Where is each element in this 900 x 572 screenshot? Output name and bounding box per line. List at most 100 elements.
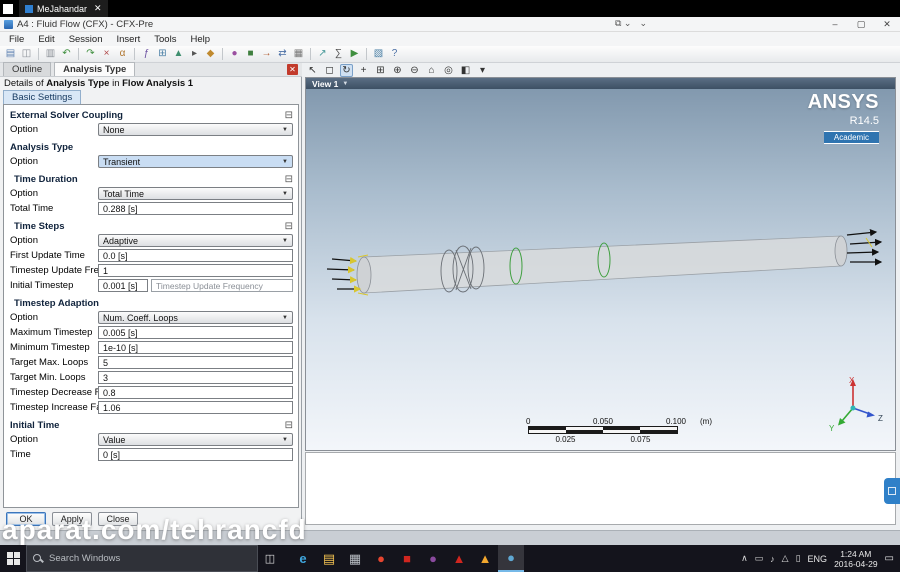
- menu-tools[interactable]: Tools: [147, 34, 183, 45]
- monitor-icon[interactable]: ▧: [372, 48, 385, 61]
- collapse-toggle-icon[interactable]: ⊟: [285, 221, 293, 232]
- language-indicator[interactable]: ENG: [808, 554, 828, 564]
- maximize-button[interactable]: ▢: [848, 19, 874, 30]
- solver-control-icon[interactable]: ∑: [332, 48, 345, 61]
- zoom-in-icon[interactable]: ⊕: [391, 64, 404, 77]
- browser-red-icon[interactable]: ●: [368, 545, 394, 572]
- workspace-toggle-icon[interactable]: ⧉ ⌄: [615, 18, 631, 29]
- menu-edit[interactable]: Edit: [31, 34, 61, 45]
- view-tab-caret-icon[interactable]: ▼: [342, 81, 348, 87]
- pan-icon[interactable]: +: [357, 64, 370, 77]
- task-view-button[interactable]: ◫: [258, 552, 282, 565]
- box-select-icon[interactable]: ◻: [323, 64, 336, 77]
- target-max-loops-input[interactable]: 5: [98, 356, 293, 369]
- chart-icon[interactable]: ▲: [172, 48, 185, 61]
- option-select[interactable]: Adaptive ▼: [98, 234, 293, 247]
- chevron-up-icon[interactable]: ∧: [741, 553, 748, 564]
- volume-icon[interactable]: ♪: [770, 554, 775, 564]
- view-menu-icon[interactable]: ▾: [476, 64, 489, 77]
- total-time-input[interactable]: 0.288 [s]: [98, 202, 293, 215]
- zoom-box-icon[interactable]: ⊞: [374, 64, 387, 77]
- browser-tab-title: MeJahandar: [37, 3, 88, 14]
- domain-icon[interactable]: ■: [244, 48, 257, 61]
- tab-basic-settings[interactable]: Basic Settings: [3, 90, 82, 104]
- start-button[interactable]: [0, 545, 26, 572]
- option-select[interactable]: Num. Coeff. Loops ▼: [98, 311, 293, 324]
- floating-widget[interactable]: [884, 478, 900, 504]
- save-icon[interactable]: ▤: [4, 48, 17, 61]
- display-icon[interactable]: ▭: [755, 553, 764, 564]
- cfx-app-icon[interactable]: ●: [498, 545, 524, 572]
- boundary-icon[interactable]: →: [260, 48, 273, 61]
- time-input[interactable]: 0 [s]: [98, 448, 293, 461]
- browser-tab[interactable]: MeJahandar ✕: [19, 0, 108, 17]
- field-label-target-min-loops: Target Min. Loops: [10, 372, 86, 383]
- media-app-icon[interactable]: ●: [420, 545, 446, 572]
- zoom-out-icon[interactable]: ⊖: [408, 64, 421, 77]
- taskbar-search[interactable]: Search Windows: [26, 545, 258, 572]
- variable-icon[interactable]: ƒ: [140, 48, 153, 61]
- menu-insert[interactable]: Insert: [110, 34, 148, 45]
- initialisation-icon[interactable]: ↗: [316, 48, 329, 61]
- pdf-icon[interactable]: ■: [394, 545, 420, 572]
- menu-session[interactable]: Session: [62, 34, 110, 45]
- edge-icon[interactable]: e: [290, 545, 316, 572]
- option-select[interactable]: None ▼: [98, 123, 293, 136]
- expression-icon[interactable]: α: [116, 48, 129, 61]
- option-select[interactable]: Transient ▼: [98, 155, 293, 168]
- timestep-decrease-fac-input[interactable]: 0.8: [98, 386, 293, 399]
- select-icon[interactable]: ↖: [306, 64, 319, 77]
- viewport-3d[interactable]: View 1 ▼ ANSYS R14.5 Academic 0 0.050 0.…: [305, 77, 896, 451]
- center-view-icon[interactable]: ◎: [442, 64, 455, 77]
- minimum-timestep-input[interactable]: 1e-10 [s]: [98, 341, 293, 354]
- maximum-timestep-input[interactable]: 0.005 [s]: [98, 326, 293, 339]
- acrobat-icon[interactable]: ▲: [446, 545, 472, 572]
- tab-analysis-type[interactable]: Analysis Type: [54, 62, 136, 76]
- render-options-icon[interactable]: ◧: [459, 64, 472, 77]
- option-select[interactable]: Value ▼: [98, 433, 293, 446]
- collapse-toggle-icon[interactable]: ⊟: [285, 420, 293, 431]
- redo-icon[interactable]: ↷: [84, 48, 97, 61]
- close-panel-icon[interactable]: ✕: [287, 64, 298, 75]
- tab-outline[interactable]: Outline: [3, 62, 52, 76]
- first-update-time-input[interactable]: 0.0 [s]: [98, 249, 293, 262]
- fit-view-icon[interactable]: ⌂: [425, 64, 438, 77]
- menu-help[interactable]: Help: [183, 34, 217, 45]
- material-icon[interactable]: ◆: [204, 48, 217, 61]
- paste-icon[interactable]: ▥: [44, 48, 57, 61]
- reaction-icon[interactable]: ●: [228, 48, 241, 61]
- table-icon[interactable]: ⊞: [156, 48, 169, 61]
- command-editor-icon[interactable]: ▸: [188, 48, 201, 61]
- workspace-dropdown-icon[interactable]: ⌄: [639, 18, 647, 29]
- field-row-option-8: Option Adaptive ▼: [4, 233, 298, 248]
- time-text: 1:24 AM: [840, 548, 872, 559]
- undo-icon[interactable]: ↶: [60, 48, 73, 61]
- menu-file[interactable]: File: [2, 34, 31, 45]
- close-button[interactable]: ✕: [874, 19, 900, 30]
- minimize-button[interactable]: –: [822, 19, 848, 30]
- clock[interactable]: 1:24 AM 2016-04-29: [834, 549, 877, 569]
- flame-app-icon[interactable]: ▲: [472, 545, 498, 572]
- target-min-loops-input[interactable]: 3: [98, 371, 293, 384]
- rotate-icon[interactable]: ↻: [340, 63, 353, 77]
- collapse-toggle-icon[interactable]: ⊟: [285, 174, 293, 185]
- timestep-increase-fac-input[interactable]: 1.06: [98, 401, 293, 414]
- delete-icon[interactable]: ×: [100, 48, 113, 61]
- initial-timestep-input[interactable]: 0.001 [s]: [98, 279, 148, 292]
- battery-icon[interactable]: ▯: [796, 553, 801, 564]
- interface-icon[interactable]: ⇄: [276, 48, 289, 61]
- timestep-update-freq-input[interactable]: 1: [98, 264, 293, 277]
- help-icon[interactable]: ?: [388, 48, 401, 61]
- collapse-toggle-icon[interactable]: ⊟: [285, 110, 293, 121]
- option-select[interactable]: Total Time ▼: [98, 187, 293, 200]
- tab-close-icon[interactable]: ✕: [94, 3, 102, 14]
- file-explorer-icon[interactable]: ▤: [316, 545, 342, 572]
- app-icon: [4, 19, 13, 29]
- mesh-adaption-icon[interactable]: ▦: [292, 48, 305, 61]
- view-tab[interactable]: View 1: [312, 79, 338, 89]
- run-icon[interactable]: ▶: [348, 48, 361, 61]
- network-icon[interactable]: △: [782, 553, 789, 564]
- action-center-icon[interactable]: ▭: [885, 553, 894, 564]
- store-icon[interactable]: ▦: [342, 545, 368, 572]
- copy-icon[interactable]: ◫: [20, 48, 33, 61]
